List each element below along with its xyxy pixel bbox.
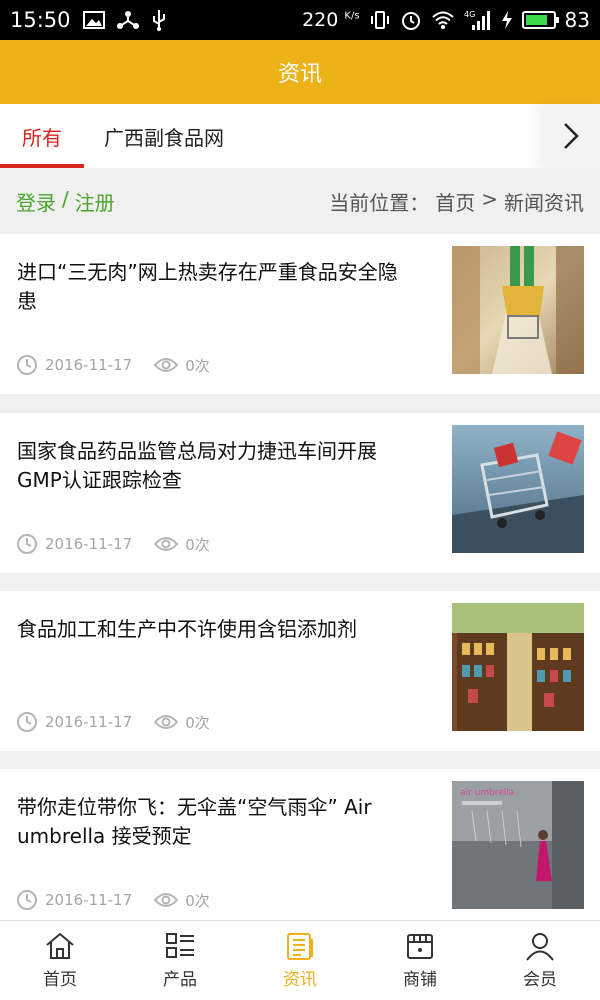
page-header: 资讯 <box>0 40 600 104</box>
news-meta: 2016-11-17 0次 <box>16 533 210 555</box>
battery-percent: 83 <box>564 8 590 32</box>
news-views: 0次 <box>185 713 210 732</box>
breadcrumb: 当前位置： 首页 > 新闻资讯 <box>329 187 584 216</box>
chevron-right-icon <box>564 123 579 149</box>
news-title[interactable]: 进口“三无肉”网上热卖存在严重食品安全隐患 <box>17 258 417 316</box>
eye-icon <box>154 893 179 907</box>
nav-label: 资讯 <box>283 970 317 990</box>
news-icon <box>287 933 313 960</box>
air-umbrella-photo[interactable]: air umbrella <box>452 781 584 909</box>
news-item[interactable]: 带你走位带你飞：无伞盖“空气雨伞” Air umbrella 接受预定 2016… <box>0 769 600 929</box>
nav-label: 产品 <box>163 970 197 990</box>
news-meta: 2016-11-17 0次 <box>16 889 210 911</box>
usb-icon <box>152 10 165 31</box>
category-tabs: 所有 广西副食品网 <box>0 104 600 168</box>
svg-text:air umbrella: air umbrella <box>460 788 514 798</box>
news-title[interactable]: 食品加工和生产中不许使用含铝添加剂 <box>17 615 417 644</box>
nav-shops[interactable]: 商铺 <box>360 921 480 1000</box>
nav-label: 首页 <box>43 970 77 990</box>
image-icon <box>82 11 105 29</box>
status-bar: 15:50 220 K/s 4G 83 <box>0 0 600 40</box>
nav-home[interactable]: 首页 <box>0 921 120 1000</box>
clock-icon <box>17 355 37 375</box>
wifi-icon <box>431 11 454 29</box>
login-link[interactable]: 登录 <box>16 187 56 216</box>
nav-news[interactable]: 资讯 <box>240 921 360 1000</box>
login-breadcrumb-bar: 登录 / 注册 当前位置： 首页 > 新闻资讯 <box>0 168 600 234</box>
news-date: 2016-11-17 <box>45 713 133 731</box>
status-time: 15:50 <box>10 8 71 32</box>
news-views: 0次 <box>185 535 210 554</box>
breadcrumb-separator: > <box>481 186 498 211</box>
user-icon <box>526 933 554 961</box>
clock-icon <box>17 712 37 732</box>
battery-icon <box>521 11 559 29</box>
news-item[interactable]: 国家食品药品监管总局对力捷迅车间开展GMP认证跟踪检查 2016-11-17 0… <box>0 413 600 573</box>
clock-icon <box>17 890 37 910</box>
tab-all[interactable]: 所有 <box>0 104 84 168</box>
news-item[interactable]: 进口“三无肉”网上热卖存在严重食品安全隐患 2016-11-17 0次 <box>0 234 600 394</box>
supermarket-photo[interactable] <box>452 246 584 374</box>
breadcrumb-home[interactable]: 首页 <box>435 187 475 216</box>
register-link[interactable]: 注册 <box>75 187 115 216</box>
list-icon <box>166 933 194 958</box>
shop-icon <box>407 934 433 959</box>
share-icon <box>116 11 139 29</box>
shopping-cart-photo[interactable] <box>452 425 584 553</box>
tab-guangxi-food[interactable]: 广西副食品网 <box>84 104 244 168</box>
vibrate-icon <box>370 11 389 29</box>
news-views: 0次 <box>185 356 210 375</box>
signal-icon: 4G <box>464 10 490 30</box>
eye-icon <box>154 537 179 551</box>
nav-label: 商铺 <box>403 970 437 990</box>
network-speed: 220 K/s <box>302 9 360 31</box>
svg-text:4G: 4G <box>464 10 475 19</box>
breadcrumb-prefix: 当前位置： <box>329 190 430 215</box>
charging-icon <box>501 11 512 29</box>
eye-icon <box>154 715 179 729</box>
eye-icon <box>154 358 179 372</box>
nav-label: 会员 <box>523 970 557 990</box>
bottom-nav: 首页 产品 资讯 商铺 会员 <box>0 920 600 1000</box>
alarm-icon <box>401 12 420 30</box>
news-title[interactable]: 带你走位带你飞：无伞盖“空气雨伞” Air umbrella 接受预定 <box>17 793 417 851</box>
home-icon <box>46 932 74 959</box>
page-title: 资讯 <box>277 62 322 87</box>
tab-scroll-button[interactable] <box>542 104 600 168</box>
nav-member[interactable]: 会员 <box>480 921 600 1000</box>
clock-icon <box>17 534 37 554</box>
news-title[interactable]: 国家食品药品监管总局对力捷迅车间开展GMP认证跟踪检查 <box>17 437 417 495</box>
news-date: 2016-11-17 <box>45 891 133 909</box>
news-date: 2016-11-17 <box>45 356 133 374</box>
tab-label: 所有 <box>22 125 62 150</box>
breadcrumb-current: 新闻资讯 <box>504 190 584 215</box>
tab-label: 广西副食品网 <box>104 125 224 150</box>
news-item[interactable]: 食品加工和生产中不许使用含铝添加剂 2016-11-17 0次 <box>0 591 600 751</box>
shop-shelves-photo[interactable] <box>452 603 584 731</box>
news-meta: 2016-11-17 0次 <box>16 354 210 376</box>
news-date: 2016-11-17 <box>45 535 133 553</box>
nav-products[interactable]: 产品 <box>120 921 240 1000</box>
news-meta: 2016-11-17 0次 <box>16 711 210 733</box>
login-register: 登录 / 注册 <box>16 187 115 216</box>
separator: / <box>62 186 69 211</box>
news-views: 0次 <box>185 891 210 910</box>
